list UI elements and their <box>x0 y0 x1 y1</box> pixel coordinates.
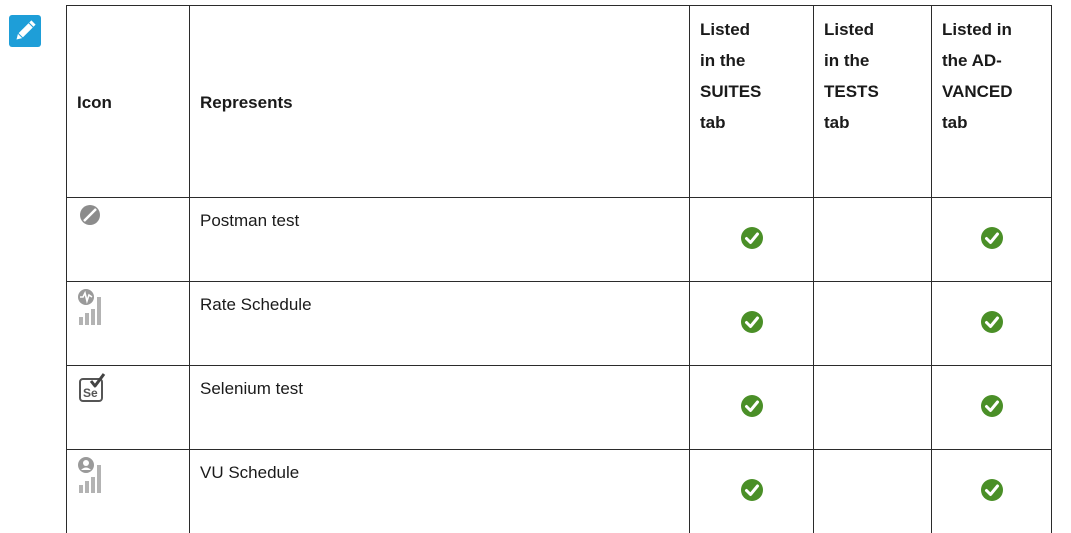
header-advanced-line: Listed in <box>942 14 1041 45</box>
represents-cell: Postman test <box>190 198 690 282</box>
tests-cell <box>814 282 932 366</box>
header-advanced-line: VANCED <box>942 76 1041 107</box>
checkmark-icon <box>980 310 1004 334</box>
row-icon-cell <box>67 450 190 533</box>
header-suites-line: in the <box>700 45 803 76</box>
header-suites-line: Listed <box>700 14 803 45</box>
advanced-cell <box>932 198 1052 282</box>
suites-cell <box>690 450 814 533</box>
table-row: VU Schedule <box>67 450 1052 533</box>
suites-cell <box>690 366 814 450</box>
advanced-cell <box>932 282 1052 366</box>
header-represents: Represents <box>190 6 690 198</box>
header-tests: Listed in the TESTS tab <box>814 6 932 198</box>
checkmark-icon <box>980 226 1004 250</box>
suites-cell <box>690 198 814 282</box>
header-suites-line: SUITES <box>700 76 803 107</box>
checkmark-icon <box>980 478 1004 502</box>
represents-cell: Selenium test <box>190 366 690 450</box>
header-tests-line: tab <box>824 107 921 138</box>
advanced-cell <box>932 450 1052 533</box>
table-row: Se Selenium test <box>67 366 1052 450</box>
table-header-row: Icon Represents Listed in the SUITES tab… <box>67 6 1052 198</box>
header-advanced-line: tab <box>942 107 1041 138</box>
checkmark-icon <box>740 478 764 502</box>
table-row: Postman test <box>67 198 1052 282</box>
table-row: Rate Schedule <box>67 282 1052 366</box>
header-advanced-line: the AD- <box>942 45 1041 76</box>
suites-cell <box>690 282 814 366</box>
tests-cell <box>814 450 932 533</box>
row-icon-cell <box>67 282 190 366</box>
header-tests-line: Listed <box>824 14 921 45</box>
header-advanced: Listed in the AD- VANCED tab <box>932 6 1052 198</box>
pencil-note-icon <box>9 15 41 47</box>
vu-schedule-icon <box>77 455 107 491</box>
header-icon: Icon <box>67 6 190 198</box>
header-suites-line: tab <box>700 107 803 138</box>
row-icon-cell: Se <box>67 366 190 450</box>
header-tests-line: TESTS <box>824 76 921 107</box>
selenium-icon: Se <box>77 371 107 407</box>
icon-reference-table: Icon Represents Listed in the SUITES tab… <box>66 5 1052 533</box>
tests-cell <box>814 366 932 450</box>
tests-cell <box>814 198 932 282</box>
row-icon-cell <box>67 198 190 282</box>
svg-text:Se: Se <box>83 386 98 400</box>
header-suites: Listed in the SUITES tab <box>690 6 814 198</box>
checkmark-icon <box>740 310 764 334</box>
advanced-cell <box>932 366 1052 450</box>
header-tests-line: in the <box>824 45 921 76</box>
postman-icon <box>77 203 107 239</box>
checkmark-icon <box>740 394 764 418</box>
checkmark-icon <box>740 226 764 250</box>
represents-cell: Rate Schedule <box>190 282 690 366</box>
checkmark-icon <box>980 394 1004 418</box>
represents-cell: VU Schedule <box>190 450 690 533</box>
rate-schedule-icon <box>77 287 107 323</box>
